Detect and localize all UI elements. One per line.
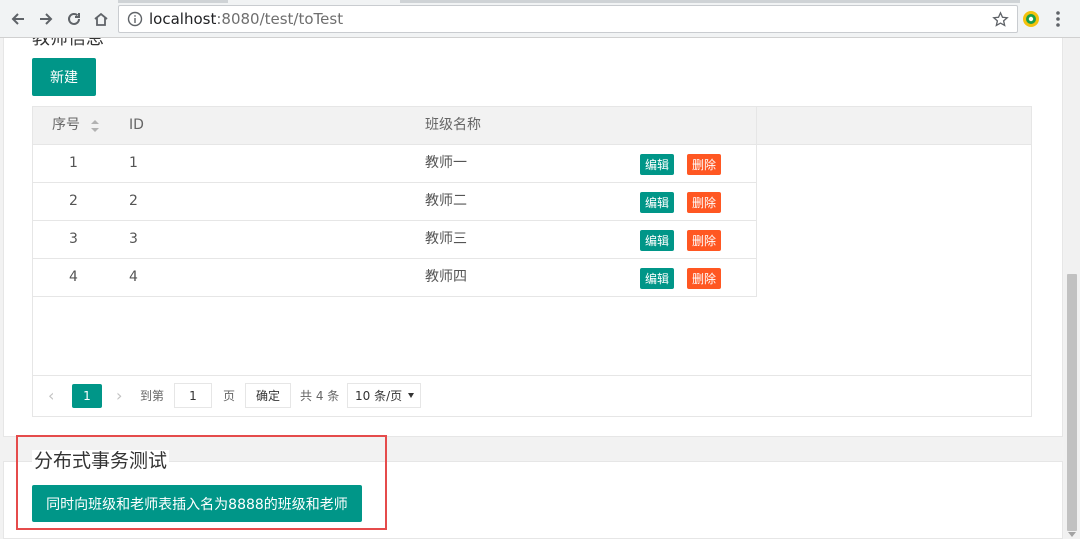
caret-down-icon	[408, 393, 414, 398]
cell-name: 教师四	[425, 269, 467, 285]
cell-id: 2	[129, 193, 138, 209]
header-divider	[756, 107, 757, 145]
star-icon[interactable]	[992, 11, 1009, 28]
table-header: 序号 ID 班级名称	[33, 107, 1031, 145]
tab-strip-edge	[400, 0, 1020, 3]
cell-id: 4	[129, 269, 138, 285]
new-button[interactable]: 新建	[32, 58, 96, 96]
header-index[interactable]: 序号	[52, 107, 80, 144]
delete-button[interactable]: 删除	[687, 154, 721, 175]
goto-label: 到第	[140, 389, 165, 403]
distributed-tx-title: 分布式事务测试	[32, 450, 170, 472]
cell-name: 教师三	[425, 231, 467, 247]
reload-button[interactable]	[62, 7, 86, 31]
table-row: 3 3 教师三 编辑 删除	[33, 221, 757, 259]
total-count: 共 4 条	[300, 389, 340, 403]
url-text: localhost:8080/test/toTest	[149, 10, 343, 28]
scrollbar[interactable]	[1064, 38, 1080, 539]
delete-button[interactable]: 删除	[687, 268, 721, 289]
url-host: localhost	[149, 10, 217, 28]
arrow-right-icon	[40, 13, 53, 25]
back-button[interactable]	[6, 7, 30, 31]
cell-id: 1	[129, 155, 138, 171]
page-viewport: 教师信息 新建 序号 ID 班级名称 1 1 教师一 编辑 删除 2 2 教师二…	[0, 38, 1064, 539]
confirm-page-button[interactable]: 确定	[245, 383, 291, 408]
scroll-thumb[interactable]	[1067, 274, 1077, 531]
scroll-down-icon[interactable]	[1068, 532, 1076, 537]
home-button[interactable]	[89, 7, 113, 31]
cell-index: 1	[69, 155, 78, 171]
page-number-input[interactable]	[174, 383, 212, 408]
more-vert-icon[interactable]	[1054, 9, 1062, 29]
extension-icon[interactable]	[1022, 10, 1040, 28]
teacher-table: 序号 ID 班级名称 1 1 教师一 编辑 删除 2 2 教师二 编辑 删除 3…	[32, 106, 1032, 417]
delete-button[interactable]: 删除	[687, 230, 721, 251]
table-row: 1 1 教师一 编辑 删除	[33, 145, 757, 183]
pagination: ‹ 1 › 到第 页 确定 共 4 条 10 条/页	[33, 375, 1031, 416]
card-title: 教师信息	[32, 38, 110, 50]
info-icon[interactable]	[127, 11, 143, 27]
edit-button[interactable]: 编辑	[640, 154, 674, 175]
insert-8888-button[interactable]: 同时向班级和老师表插入名为8888的班级和老师	[32, 485, 362, 522]
cell-index: 2	[69, 193, 78, 209]
prev-page-icon[interactable]: ‹	[48, 384, 54, 408]
cell-name: 教师一	[425, 155, 467, 171]
page-current[interactable]: 1	[72, 384, 102, 408]
home-icon	[94, 12, 108, 26]
page-size-value: 10 条/页	[355, 389, 403, 403]
page-unit-label: 页	[223, 389, 236, 403]
table-row: 2 2 教师二 编辑 删除	[33, 183, 757, 221]
header-id: ID	[129, 117, 144, 133]
table-row: 4 4 教师四 编辑 删除	[33, 259, 757, 297]
cell-index: 3	[69, 231, 78, 247]
header-name: 班级名称	[425, 117, 481, 133]
edit-button[interactable]: 编辑	[640, 230, 674, 251]
cell-index: 4	[69, 269, 78, 285]
cell-id: 3	[129, 231, 138, 247]
edit-button[interactable]: 编辑	[640, 268, 674, 289]
tab-strip-edge	[118, 0, 228, 3]
page-size-select[interactable]: 10 条/页	[347, 383, 421, 408]
forward-button[interactable]	[34, 7, 58, 31]
edit-button[interactable]: 编辑	[640, 192, 674, 213]
sort-icon[interactable]	[90, 119, 100, 133]
arrow-left-icon	[11, 13, 24, 25]
reload-icon	[68, 12, 80, 25]
url-path: :8080/test/toTest	[216, 10, 344, 28]
next-page-icon[interactable]: ›	[116, 384, 122, 408]
browser-toolbar: localhost:8080/test/toTest	[0, 0, 1080, 38]
address-bar[interactable]: localhost:8080/test/toTest	[118, 5, 1018, 33]
cell-name: 教师二	[425, 193, 467, 209]
delete-button[interactable]: 删除	[687, 192, 721, 213]
